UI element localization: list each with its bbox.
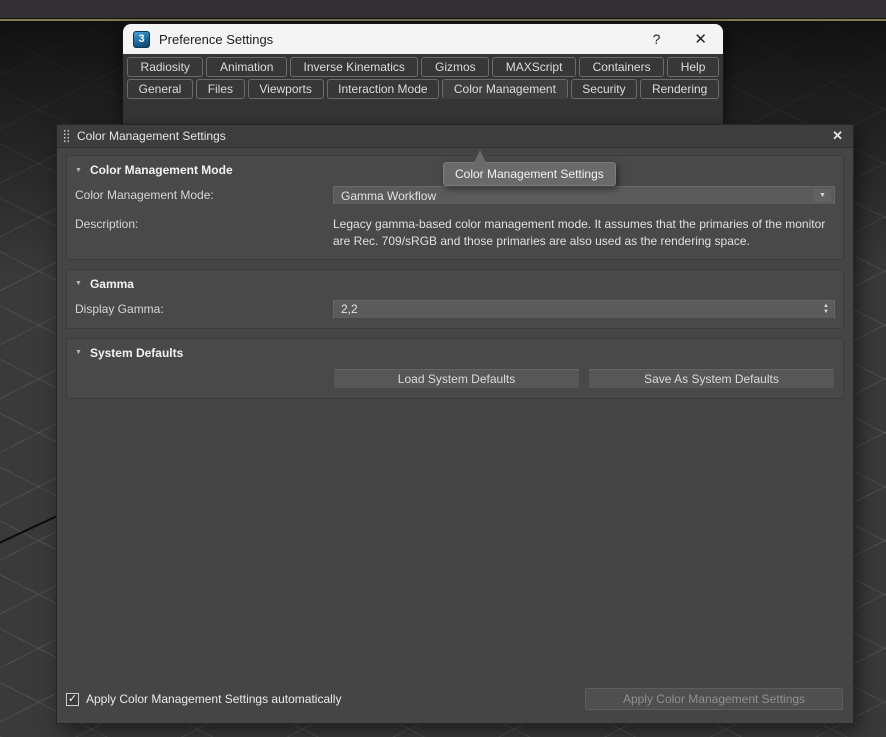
tab-gizmos[interactable]: Gizmos: [421, 57, 490, 77]
panel-footer: ✓ Apply Color Management Settings automa…: [66, 688, 843, 710]
help-icon[interactable]: ?: [653, 31, 661, 47]
mode-description-text: Legacy gamma-based color management mode…: [333, 217, 826, 248]
drag-grip-icon[interactable]: [63, 128, 70, 144]
close-icon[interactable]: ✕: [694, 30, 707, 48]
tab-interaction-mode[interactable]: Interaction Mode: [326, 79, 440, 99]
tab-general[interactable]: General: [127, 79, 194, 99]
group-title: System Defaults: [89, 345, 184, 360]
display-gamma-row: Display Gamma: 2,2 ▲ ▼: [75, 299, 835, 319]
spinner-arrows[interactable]: ▲ ▼: [823, 303, 829, 317]
checkmark-icon: ✓: [67, 692, 78, 705]
tab-color-management[interactable]: Color Management: [442, 79, 568, 99]
tab-row-1: Radiosity Animation Inverse Kinematics G…: [127, 57, 719, 77]
display-gamma-label: Display Gamma:: [75, 301, 164, 316]
apply-color-management-settings-button[interactable]: Apply Color Management Settings: [585, 688, 843, 710]
description-label: Description:: [75, 217, 139, 231]
color-management-settings-panel: Color Management Settings ✕ ▼ Color Mana…: [57, 125, 853, 723]
tab-maxscript[interactable]: MAXScript: [492, 57, 577, 77]
apply-automatically-option[interactable]: ✓ Apply Color Management Settings automa…: [66, 692, 341, 706]
mode-row: Color Management Mode: Gamma Workflow ▼: [75, 186, 835, 205]
preference-tabs: Radiosity Animation Inverse Kinematics G…: [123, 54, 723, 99]
defaults-buttons-row: Load System Defaults Save As System Defa…: [75, 368, 835, 389]
group-title: Gamma: [89, 276, 134, 291]
description-row: Description: Legacy gamma-based color ma…: [75, 215, 835, 250]
tab-rendering[interactable]: Rendering: [640, 79, 720, 99]
defaults-spacer: [75, 369, 333, 371]
system-defaults-header[interactable]: ▼ System Defaults: [75, 344, 835, 360]
group-title: Color Management Mode: [89, 163, 233, 177]
chevron-down-icon[interactable]: ▼: [814, 189, 831, 202]
collapse-arrow-icon[interactable]: ▼: [75, 167, 82, 174]
display-gamma-input[interactable]: 2,2 ▲ ▼: [333, 299, 835, 319]
color-management-mode-dropdown[interactable]: Gamma Workflow ▼: [333, 186, 835, 205]
gamma-group: ▼ Gamma Display Gamma: 2,2 ▲ ▼: [66, 268, 844, 329]
panel-titlebar[interactable]: Color Management Settings ✕: [57, 125, 853, 148]
panel-body: ▼ Color Management Mode Color Management…: [57, 148, 853, 723]
spinner-up-icon[interactable]: ▲: [823, 303, 829, 310]
save-as-system-defaults-button[interactable]: Save As System Defaults: [588, 368, 835, 389]
collapse-arrow-icon[interactable]: ▼: [75, 280, 82, 287]
mode-label: Color Management Mode:: [75, 188, 214, 202]
tab-viewports[interactable]: Viewports: [247, 79, 324, 99]
apply-automatically-checkbox[interactable]: ✓: [66, 692, 79, 706]
apply-automatically-label: Apply Color Management Settings automati…: [86, 692, 342, 706]
tab-help[interactable]: Help: [667, 57, 719, 77]
panel-close-icon[interactable]: ✕: [832, 128, 843, 144]
tab-row-2: General Files Viewports Interaction Mode…: [127, 79, 720, 99]
panel-title: Color Management Settings: [77, 129, 226, 143]
load-system-defaults-button[interactable]: Load System Defaults: [333, 368, 580, 389]
dialog-title: Preference Settings: [159, 31, 274, 47]
tooltip: Color Management Settings: [443, 150, 616, 186]
collapse-arrow-icon[interactable]: ▼: [75, 349, 82, 356]
gamma-header[interactable]: ▼ Gamma: [75, 275, 835, 291]
system-defaults-group: ▼ System Defaults Load System Defaults S…: [66, 337, 844, 399]
spinner-value: 2,2: [341, 302, 358, 317]
tab-animation[interactable]: Animation: [206, 57, 287, 77]
dropdown-value: Gamma Workflow: [341, 188, 437, 203]
preference-settings-dialog: 3 Preference Settings ? ✕ Radiosity Anim…: [123, 24, 723, 125]
tab-containers[interactable]: Containers: [579, 57, 665, 77]
tab-files[interactable]: Files: [196, 79, 245, 99]
tab-inverse-kinematics[interactable]: Inverse Kinematics: [289, 57, 419, 77]
top-app-bar: [0, 0, 886, 19]
tab-security[interactable]: Security: [570, 79, 638, 99]
dialog-titlebar[interactable]: 3 Preference Settings ? ✕: [123, 24, 723, 54]
tab-radiosity[interactable]: Radiosity: [127, 57, 204, 77]
3dsmax-app-icon: 3: [133, 30, 150, 48]
spinner-down-icon[interactable]: ▼: [823, 309, 829, 316]
